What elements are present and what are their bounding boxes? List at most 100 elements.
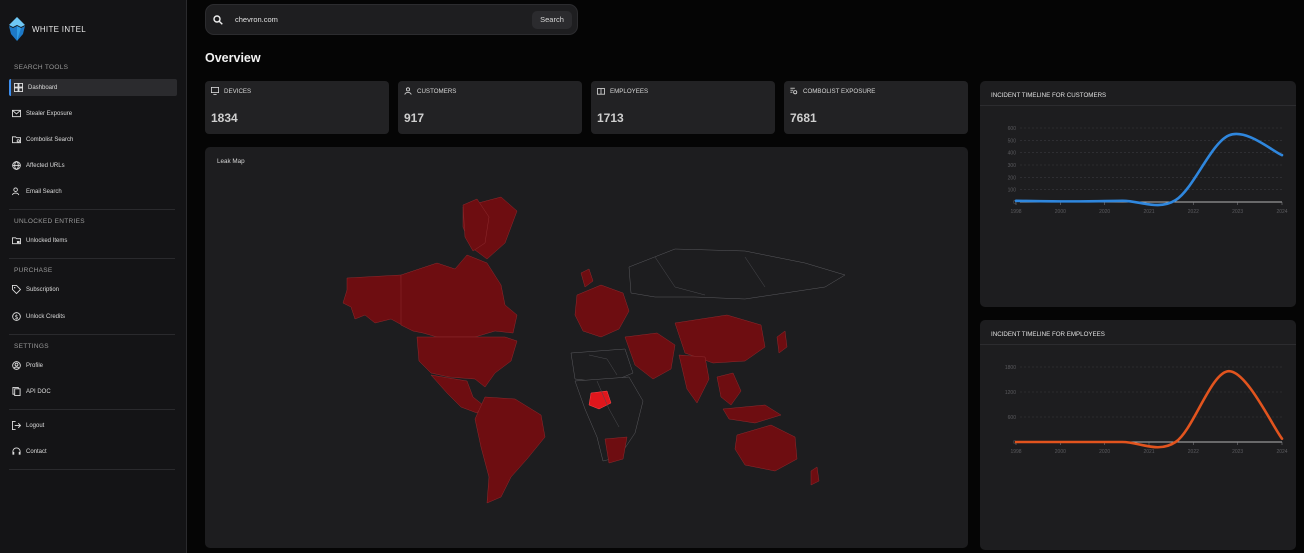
map-country-mexico[interactable] [430,374,484,414]
y-tick-label: 1200 [1005,390,1016,396]
brand-name: WHITE INTEL [32,24,86,34]
svg-text:$: $ [14,314,18,321]
sidebar-divider [9,258,175,259]
sidebar-item-label: Contact [26,448,47,455]
folder-search-icon [12,136,21,144]
map-country-canada[interactable] [400,254,518,338]
headset-icon [12,447,21,455]
x-tick-label: 1998 [1010,449,1021,455]
page-title: Overview [205,51,261,65]
stat-value: 7681 [790,111,817,125]
section-title-unlocked-entries: UNLOCKED ENTRIES [14,218,85,225]
y-tick-label: 100 [1008,188,1017,194]
map-country-south-africa[interactable] [604,436,628,464]
stat-card-combolist-exposure: COMBOLIST EXPOSURE 7681 [784,81,968,134]
y-tick-label: 200 [1008,175,1017,181]
stat-card-employees: EMPLOYEES 1713 [591,81,775,134]
map-country-uk[interactable] [580,268,594,288]
sidebar-item-unlocked-items[interactable]: Unlocked Items [9,232,177,249]
map-country-australia[interactable] [734,424,798,472]
series-line [1014,132,1284,207]
sidebar-item-label: Unlock Credits [26,313,66,320]
stat-label-text: EMPLOYEES [610,87,649,95]
incident-timeline-employees-panel: INCIDENT TIMELINE FOR EMPLOYEES 0 600 1200… [980,320,1296,550]
list-search-icon [790,87,798,95]
sidebar-item-combolist-search[interactable]: Combolist Search [9,131,177,148]
sidebar-item-email-search[interactable]: Email Search [9,183,177,200]
sidebar-item-api-doc[interactable]: API DOC [9,383,177,400]
sidebar-item-profile[interactable]: Profile [9,357,177,374]
sidebar-item-label: Unlocked Items [26,237,68,244]
stat-value: 1834 [211,111,238,125]
dashboard-icon [14,83,23,92]
sidebar-item-logout[interactable]: Logout [9,417,177,434]
leak-map-panel: Leak Map [205,147,968,548]
series-line [1014,369,1284,449]
search-input[interactable]: chevron.com [235,15,532,24]
y-tick-label: 1800 [1005,365,1016,371]
user-icon [404,87,412,95]
tag-icon [12,285,21,294]
x-tick-label: 2024 [1276,449,1287,455]
map-country-usa[interactable] [416,336,518,388]
stat-label: CUSTOMERS [404,87,456,95]
sidebar-item-label: API DOC [26,388,51,395]
stat-value: 917 [404,111,425,125]
map-country-indonesia[interactable] [722,404,782,424]
profile-icon [12,361,21,370]
sidebar-item-label: Subscription [26,286,60,293]
map-country-new-zealand[interactable] [810,466,820,486]
map-country-india[interactable] [678,354,710,404]
x-tick-label: 2024 [1276,209,1287,215]
device-icon [211,87,219,95]
sidebar-item-label: Email Search [26,188,62,195]
y-tick-label: 600 [1008,415,1017,421]
brand[interactable]: WHITE INTEL [8,16,86,42]
customers-line-chart: 01002003004005006001998 2000 2020 2021 2022 2… [1008,126,1288,215]
sidebar-divider [9,334,175,335]
y-tick-label: 400 [1008,151,1017,157]
sidebar-item-affected-urls[interactable]: Affected URLs [9,157,177,174]
sidebar-item-label: Profile [26,362,44,369]
sidebar-item-label: Affected URLs [26,162,65,169]
y-tick-label: 300 [1008,163,1017,169]
sidebar-divider [9,209,175,210]
mail-icon [12,109,21,118]
sidebar-item-subscription[interactable]: Subscription [9,281,177,298]
sidebar-item-stealer-exposure[interactable]: Stealer Exposure [9,105,177,122]
sidebar-item-dashboard[interactable]: Dashboard [9,79,177,96]
document-icon [12,387,21,396]
map-country-alaska[interactable] [342,274,403,326]
iceberg-logo-icon [9,17,25,41]
sidebar-item-label: Stealer Exposure [26,110,73,117]
sidebar-item-unlock-credits[interactable]: $ Unlock Credits [9,308,177,325]
section-title-search-tools: SEARCH TOOLS [14,64,69,71]
stat-label: EMPLOYEES [597,87,648,95]
unlocked-folder-icon [12,237,21,245]
map-country-europe[interactable] [574,284,630,338]
employees-line-chart: 0600120018001998 2000 2020 2021 2022 2023 2024 [1005,365,1288,455]
section-title-settings: SETTINGS [14,343,49,350]
x-tick-label: 2023 [1232,449,1243,455]
x-tick-label: 2023 [1232,209,1243,215]
section-title-purchase: PURCHASE [14,267,53,274]
globe-icon [12,161,21,170]
stat-label-text: COMBOLIST EXPOSURE [803,87,876,95]
map-country-japan[interactable] [776,330,788,354]
map-country-russia[interactable] [628,248,846,300]
x-tick-label: 2021 [1143,449,1154,455]
stat-label: COMBOLIST EXPOSURE [790,87,875,95]
map-country-southeast-asia[interactable] [716,372,742,406]
x-tick-label: 1998 [1010,209,1021,215]
x-tick-label: 2000 [1055,449,1066,455]
map-country-south-america[interactable] [474,396,546,504]
x-tick-label: 2022 [1188,209,1199,215]
incident-timeline-customers-panel: INCIDENT TIMELINE FOR CUSTOMERS 0 100 200 3… [980,81,1296,307]
leak-map[interactable] [205,147,968,548]
sidebar-item-label: Logout [26,422,45,429]
stat-label-text: DEVICES [224,87,252,95]
y-tick-label: 500 [1008,138,1017,144]
stat-card-customers: CUSTOMERS 917 [398,81,582,134]
sidebar-item-contact[interactable]: Contact [9,443,177,460]
search-button[interactable]: Search [532,10,572,29]
